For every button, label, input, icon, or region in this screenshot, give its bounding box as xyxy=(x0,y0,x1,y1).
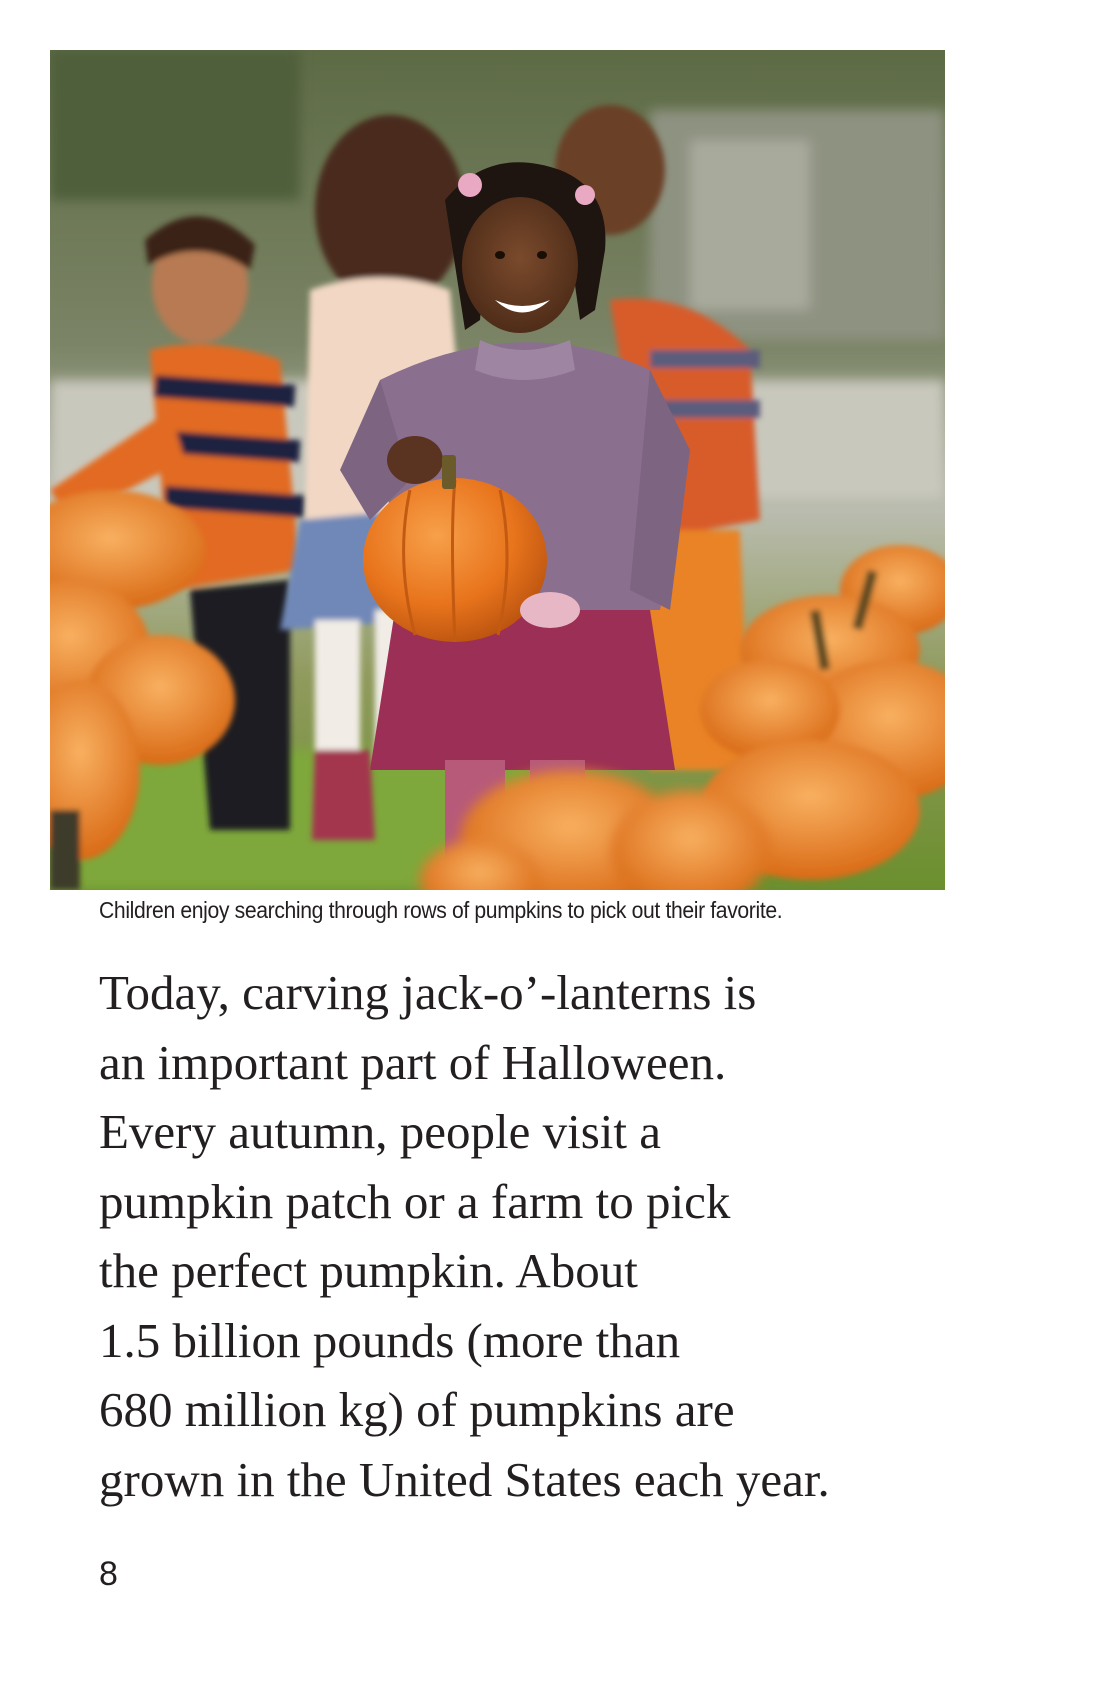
body-line: Today, carving jack-o’-lanterns is xyxy=(99,965,757,1020)
page-number: 8 xyxy=(99,1555,118,1593)
body-paragraph: Today, carving jack-o’-lanterns is an im… xyxy=(99,958,999,1514)
body-line: the perfect pumpkin. About xyxy=(99,1243,638,1298)
body-line: 680 million kg) of pumpkins are xyxy=(99,1382,735,1437)
body-line: grown in the United States each year. xyxy=(99,1451,830,1507)
body-line: Every autumn, people visit a xyxy=(99,1104,661,1159)
body-line: 1.5 billion pounds (more than xyxy=(99,1312,681,1368)
body-line: pumpkin patch or a farm to pick xyxy=(99,1173,731,1229)
children-pumpkin-patch-photo xyxy=(50,50,945,890)
body-line: an important part of Halloween. xyxy=(99,1034,727,1090)
photo-caption: Children enjoy searching through rows of… xyxy=(99,897,783,923)
book-page: Children enjoy searching through rows of… xyxy=(0,0,1100,1700)
photo-illustration xyxy=(50,50,945,890)
